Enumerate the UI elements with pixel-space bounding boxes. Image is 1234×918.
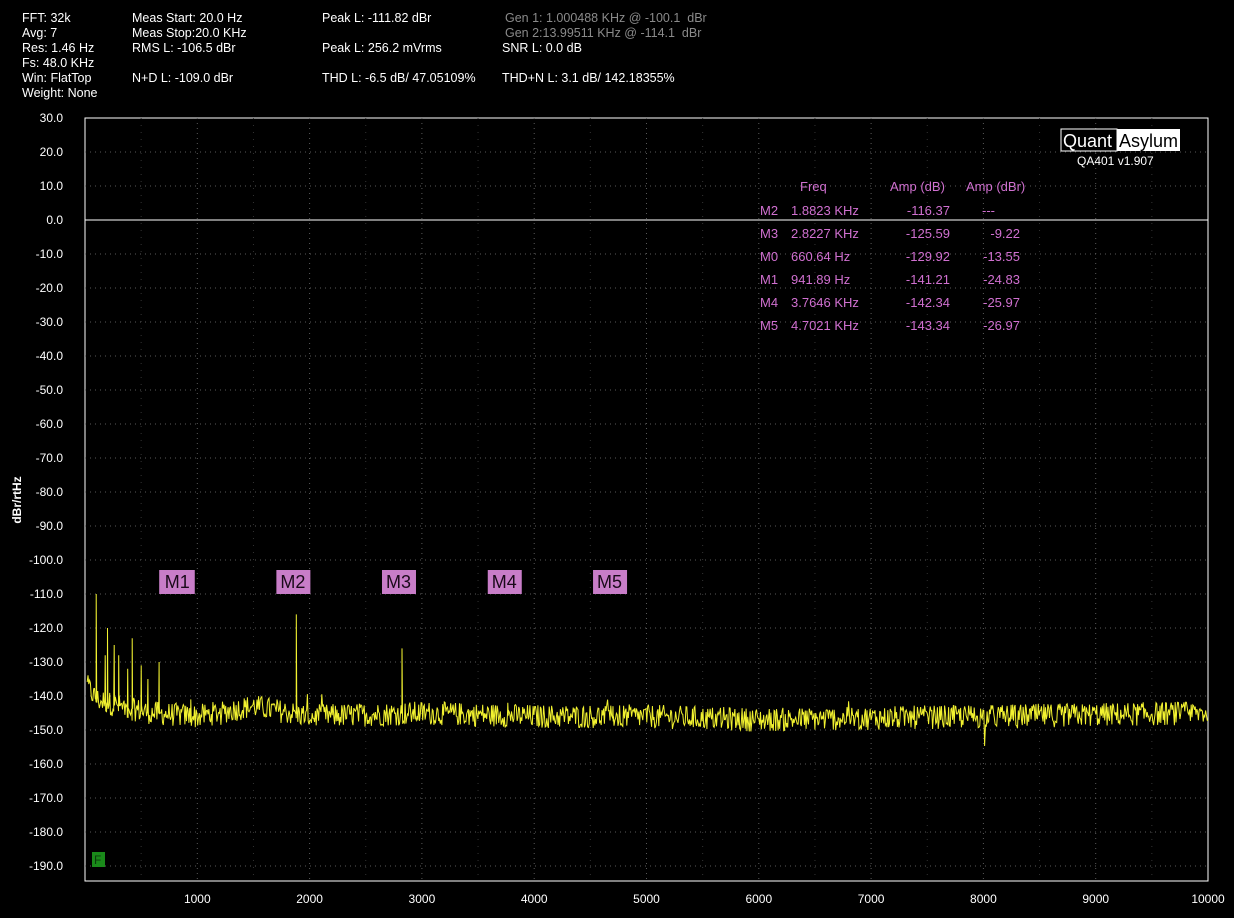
marker-label-m3[interactable]: M3 xyxy=(381,570,416,594)
marker-table-header: Freq xyxy=(800,179,827,194)
marker-table: Freq Amp (dB) Amp (dBr) M2 1.8823 KHz -116.37… xyxy=(760,179,1025,333)
marker-table-cell: --- xyxy=(982,203,995,218)
x-tick-label: 2000 xyxy=(296,892,323,906)
y-tick-label: 20.0 xyxy=(40,145,64,159)
x-tick-label: 8000 xyxy=(970,892,997,906)
spectrum-trace xyxy=(86,593,1209,747)
y-axis-ticks: 30.0 20.0 10.0 0.0 -10.0 -20.0 -30.0 -40.0 -50.0… xyxy=(29,111,63,873)
y-tick-label: -80.0 xyxy=(36,485,64,499)
marker-table-cell: M0 xyxy=(760,249,778,264)
y-tick-label: -170.0 xyxy=(29,791,63,805)
y-axis-label: dBr/rtHz xyxy=(10,476,24,523)
y-tick-label: -190.0 xyxy=(29,859,63,873)
marker-table-cell: -141.21 xyxy=(906,272,950,287)
marker-table-cell: 4.7021 KHz xyxy=(791,318,859,333)
marker-table-cell: -26.97 xyxy=(983,318,1020,333)
quantasylum-logo: Quant Asylum xyxy=(1060,128,1180,152)
y-tick-label: -130.0 xyxy=(29,655,63,669)
y-tick-label: -90.0 xyxy=(36,519,64,533)
x-axis-ticks: 1000 2000 3000 4000 5000 6000 7000 8000 9000 1000… xyxy=(184,892,1225,906)
marker-table-header: Amp (dBr) xyxy=(966,179,1025,194)
y-tick-label: -30.0 xyxy=(36,315,64,329)
marker-label-m5[interactable]: M5 xyxy=(593,570,628,594)
x-tick-label: 9000 xyxy=(1082,892,1109,906)
y-tick-label: -150.0 xyxy=(29,723,63,737)
marker-table-cell: 1.8823 KHz xyxy=(791,203,859,218)
marker-table-cell: -125.59 xyxy=(906,226,950,241)
x-tick-label: 10000 xyxy=(1191,892,1225,906)
y-tick-label: 10.0 xyxy=(40,179,64,193)
marker-table-cell: M3 xyxy=(760,226,778,241)
logo-quant-text: Quant xyxy=(1063,131,1112,151)
version-label: QA401 v1.907 xyxy=(1077,154,1154,168)
marker-label-text: M2 xyxy=(280,572,305,592)
fft-spectrum-chart[interactable]: 30.0 20.0 10.0 0.0 -10.0 -20.0 -30.0 -40.0 -50.0… xyxy=(0,0,1234,918)
marker-label-text: M3 xyxy=(386,572,411,592)
y-tick-label: -60.0 xyxy=(36,417,64,431)
marker-table-cell: -25.97 xyxy=(983,295,1020,310)
y-tick-label: -110.0 xyxy=(30,587,63,601)
marker-table-cell: 660.64 Hz xyxy=(791,249,850,264)
marker-label-text: M1 xyxy=(165,572,190,592)
x-tick-label: 4000 xyxy=(521,892,548,906)
marker-labels: M0M1M2M3M4M5 xyxy=(159,570,628,594)
marker-label-text: M5 xyxy=(597,572,622,592)
plot-border xyxy=(84,117,1209,882)
y-tick-label: -20.0 xyxy=(36,281,64,295)
marker-table-cell: -13.55 xyxy=(983,249,1020,264)
y-tick-label: 0.0 xyxy=(46,213,63,227)
spectrum-line xyxy=(86,593,1209,747)
marker-table-cell: M1 xyxy=(760,272,778,287)
marker-table-header: Amp (dB) xyxy=(890,179,945,194)
marker-table-cell: M5 xyxy=(760,318,778,333)
y-tick-label: -120.0 xyxy=(29,621,63,635)
x-tick-label: 7000 xyxy=(858,892,885,906)
marker-table-cell: 3.7646 KHz xyxy=(791,295,859,310)
x-tick-label: 1000 xyxy=(184,892,211,906)
y-tick-label: -50.0 xyxy=(36,383,64,397)
y-tick-label: -160.0 xyxy=(29,757,63,771)
logo-asylum-text: Asylum xyxy=(1119,131,1178,151)
marker-label-text: M4 xyxy=(492,572,517,592)
y-tick-label: -40.0 xyxy=(36,349,64,363)
marker-table-cell: 2.8227 KHz xyxy=(791,226,859,241)
x-tick-label: 3000 xyxy=(409,892,436,906)
marker-table-cell: -143.34 xyxy=(906,318,950,333)
marker-table-cell: 941.89 Hz xyxy=(791,272,850,287)
y-tick-label: -70.0 xyxy=(36,451,64,465)
marker-table-cell: M2 xyxy=(760,203,778,218)
f-badge-label: F xyxy=(94,853,101,867)
y-tick-label: 30.0 xyxy=(40,111,64,125)
marker-label-m2[interactable]: M2 xyxy=(276,570,311,594)
chart-grid xyxy=(84,117,1209,882)
y-tick-label: -10.0 xyxy=(36,247,64,261)
y-tick-label: -140.0 xyxy=(29,689,63,703)
marker-label-m4[interactable]: M4 xyxy=(487,570,522,594)
x-tick-label: 5000 xyxy=(633,892,660,906)
y-tick-label: -100.0 xyxy=(29,553,63,567)
y-tick-label: -180.0 xyxy=(29,825,63,839)
marker-table-cell: -116.37 xyxy=(907,203,950,218)
marker-table-cell: M4 xyxy=(760,295,778,310)
marker-table-cell: -142.34 xyxy=(906,295,950,310)
marker-label-m1[interactable]: M1 xyxy=(160,570,195,594)
marker-table-cell: -24.83 xyxy=(983,272,1020,287)
x-tick-label: 6000 xyxy=(745,892,772,906)
marker-table-cell: -9.22 xyxy=(990,226,1020,241)
marker-table-cell: -129.92 xyxy=(906,249,950,264)
